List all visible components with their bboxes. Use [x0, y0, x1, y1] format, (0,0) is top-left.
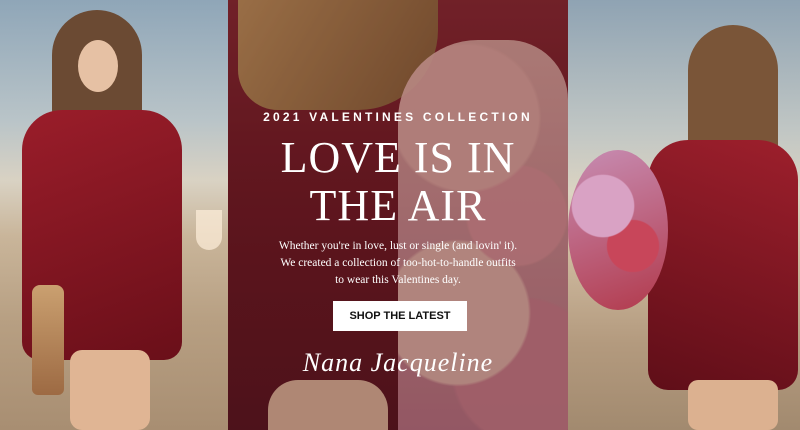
model-face: [78, 40, 118, 92]
hero-description: Whether you're in love, lust or single (…: [278, 240, 518, 286]
wine-glass: [196, 210, 222, 250]
brand-signature-logo: Nana Jacqueline: [302, 348, 494, 377]
valentines-hero-banner: 2021 VALENTINES COLLECTION LOVE IS IN TH…: [0, 0, 800, 430]
hero-text-block: 2021 VALENTINES COLLECTION LOVE IS IN TH…: [228, 0, 568, 430]
shop-the-latest-button[interactable]: SHOP THE LATEST: [333, 301, 467, 331]
model-legs: [688, 380, 778, 430]
headline-line-1: LOVE IS IN: [280, 133, 516, 182]
collection-eyebrow: 2021 VALENTINES COLLECTION: [263, 110, 533, 124]
left-model-photo: [0, 0, 228, 430]
flower-bouquet: [568, 150, 668, 310]
champagne-bottle: [32, 285, 64, 395]
headline-line-2: THE AIR: [309, 181, 487, 230]
hero-headline: LOVE IS IN THE AIR: [228, 134, 568, 230]
red-satin-dress: [648, 140, 798, 390]
right-model-photo: [568, 0, 800, 430]
model-legs: [70, 350, 150, 430]
